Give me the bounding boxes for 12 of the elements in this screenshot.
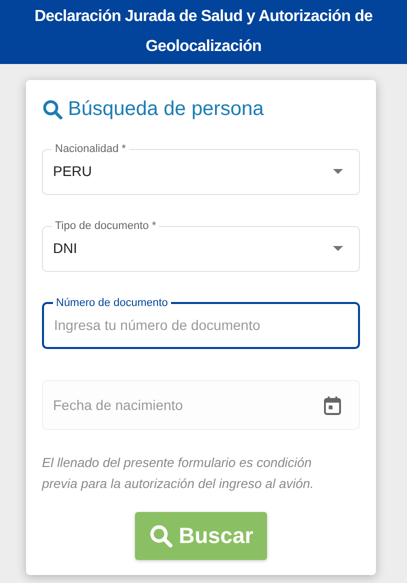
dropdown-field[interactable]: Nacionalidad * PERU: [42, 143, 360, 195]
card-title: Búsqueda de persona: [68, 98, 264, 121]
input-field[interactable]: Número de documento Ingresa tu número de documento: [42, 297, 360, 349]
search-icon: [148, 524, 173, 548]
calendar-icon: [324, 396, 341, 414]
disclaimer-text: El llenado del presente formulario es condición previa para la autorización del ingreso al avión.: [42, 454, 315, 493]
page-title: Declaración Jurada de Salud y Autorización de Geolocalización: [34, 7, 374, 57]
search-icon: [42, 99, 63, 120]
dropdown-field[interactable]: Tipo de documento * DNI: [42, 220, 360, 272]
text-input[interactable]: Ingresa tu número de documento: [54, 317, 342, 333]
caret-icon: [333, 246, 343, 250]
caret-icon: [333, 168, 343, 174]
